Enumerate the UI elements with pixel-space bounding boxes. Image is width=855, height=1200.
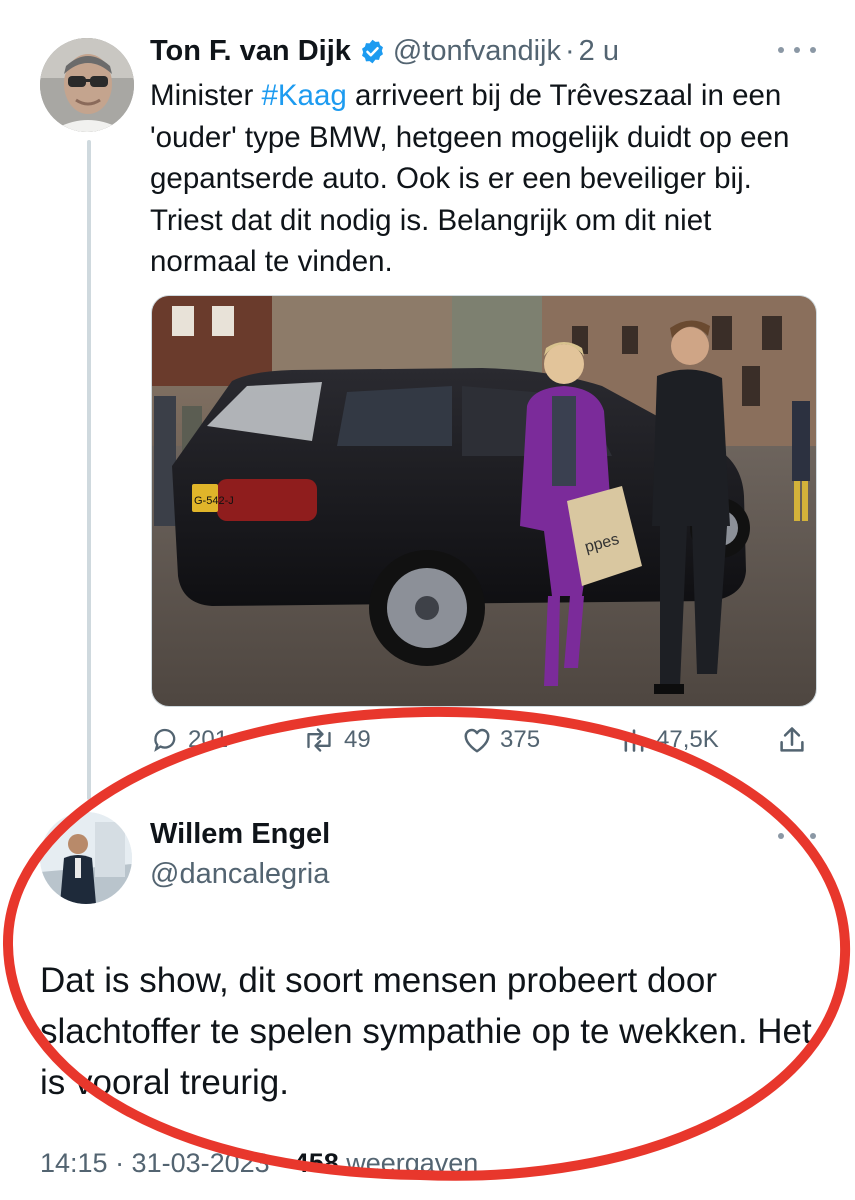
photo-scene-image: G-542-J ppes	[152, 296, 816, 706]
tweet-text: Minister #Kaag arriveert bij de Trêvesza…	[150, 75, 810, 283]
more-options-icon[interactable]	[778, 40, 816, 60]
views-button[interactable]: 47,5K	[620, 720, 719, 760]
share-button[interactable]	[778, 720, 814, 760]
annotation-ellipse	[2, 706, 851, 1181]
license-plate-text: G-542-J	[194, 495, 234, 507]
reply-timestamp[interactable]: 14:15 · 31-03-2023 ·	[40, 1148, 294, 1178]
reply-views-label: weergaven	[338, 1148, 479, 1178]
reply-more-options-icon[interactable]	[778, 826, 816, 846]
reply-author-handle[interactable]: @dancalegria	[150, 858, 329, 891]
hashtag-link[interactable]: #Kaag	[261, 79, 346, 112]
like-count: 375	[500, 726, 541, 753]
author-avatar[interactable]	[40, 38, 134, 132]
separator-dot: ·	[564, 34, 575, 67]
reply-views-count: 458	[293, 1148, 339, 1178]
reply-icon	[154, 728, 176, 752]
thread-connector-line	[87, 140, 91, 800]
reply-author-name[interactable]: Willem Engel	[150, 818, 330, 851]
author-name[interactable]: Ton F. van Dijk	[150, 35, 351, 68]
like-button[interactable]: 375	[462, 720, 540, 760]
views-count: 47,5K	[656, 726, 719, 753]
reply-button[interactable]: 201	[152, 720, 228, 760]
heart-icon	[464, 728, 490, 753]
tweet-action-bar: 201 49 375 47,5K	[150, 720, 820, 760]
reply-text: Dat is show, dit soort mensen probeert d…	[40, 961, 812, 1102]
reply-metadata: 14:15 · 31-03-2023 · 458 weergaven	[40, 1148, 478, 1179]
tweet-header: Ton F. van Dijk @tonfvandijk · 2 u	[150, 30, 619, 72]
tweet-photo[interactable]: G-542-J ppes	[151, 295, 817, 707]
avatar-portrait-icon	[40, 812, 132, 904]
reply-author-avatar[interactable]	[40, 812, 132, 904]
share-icon	[780, 727, 804, 752]
retweet-button[interactable]: 49	[302, 720, 371, 760]
tweet-time[interactable]: 2 u	[579, 35, 619, 68]
avatar-portrait-icon	[40, 38, 134, 132]
retweet-icon	[307, 728, 331, 752]
views-chart-icon	[624, 729, 644, 752]
author-handle[interactable]: @tonfvandijk	[393, 35, 561, 68]
verified-badge-icon	[359, 38, 386, 65]
retweet-count: 49	[344, 726, 371, 753]
tweet-text-start: Minister	[150, 79, 262, 112]
reply-count: 201	[188, 726, 229, 753]
